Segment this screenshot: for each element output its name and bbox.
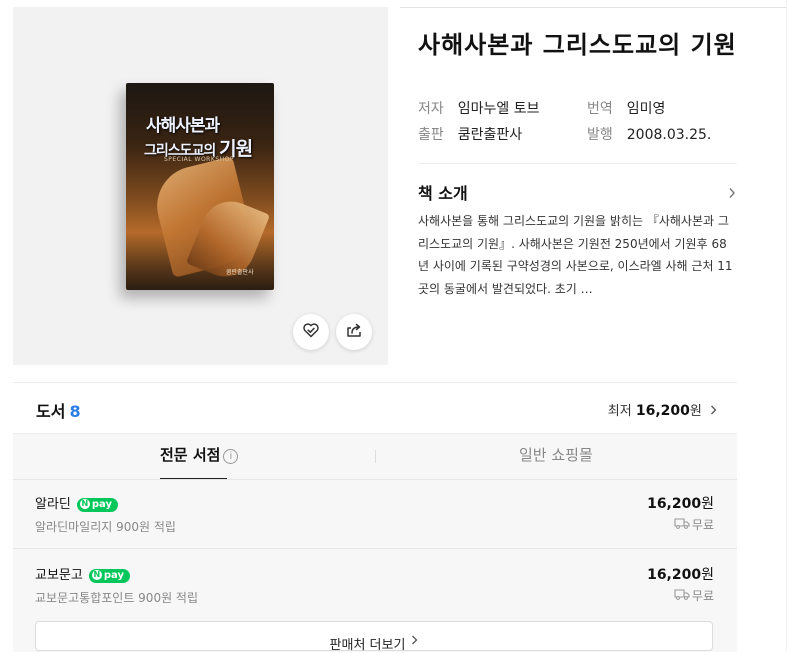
translator-meta: 번역 임미영 (587, 98, 665, 118)
seller-panel (13, 433, 737, 652)
author-meta: 저자 임마누엘 토브 (418, 98, 540, 118)
seller-point-info: 교보문고통합포인트 900원 적립 (35, 591, 199, 605)
top-divider (400, 7, 787, 8)
book-cover-panel: 사해사본과 그리스도교의 기원 SPECIAL WORKSHOP 쿰란출판사 (13, 7, 388, 365)
cover-subtitle: SPECIAL WORKSHOP (164, 156, 234, 163)
chevron-right-icon (411, 634, 418, 649)
divider (418, 163, 737, 164)
share-button[interactable] (336, 314, 372, 350)
chevron-right-icon (710, 404, 717, 419)
cover-title-line1: 사해사본과 (146, 116, 220, 136)
publisher-label: 출판 (418, 127, 444, 143)
share-icon (344, 320, 364, 344)
shipping-info: 무료 (674, 516, 714, 533)
publisher-meta: 출판 쿰란출판사 (418, 124, 522, 144)
npay-badge: Npay (88, 569, 130, 583)
seller-point-info: 알라딘마일리지 900원 적립 (35, 520, 176, 534)
lowest-price-link[interactable]: 최저 16,200원 (608, 400, 717, 419)
divider (13, 479, 737, 480)
lowest-price: 16,200 (635, 403, 690, 419)
seller-price[interactable]: 16,200원 (647, 564, 714, 584)
truck-icon (674, 517, 690, 532)
npay-badge: Npay (76, 498, 119, 512)
author-label: 저자 (418, 101, 444, 117)
publish-date: 2008.03.25. (626, 127, 712, 143)
translator-name[interactable]: 임미영 (627, 101, 666, 117)
tab-general-mall[interactable]: 일반 쇼핑몰 (519, 444, 593, 465)
section-count: 8 (69, 402, 81, 421)
divider (13, 382, 737, 383)
publisher-name[interactable]: 쿰란출판사 (458, 127, 522, 143)
tab-specialty-store[interactable]: 전문 서점 i (160, 444, 239, 465)
intro-heading[interactable]: 책 소개 (418, 180, 468, 204)
author-name[interactable]: 임마누엘 토브 (458, 101, 540, 117)
divider (13, 548, 737, 549)
translator-label: 번역 (587, 101, 613, 117)
shipping-info: 무료 (674, 587, 714, 604)
heart-check-icon (301, 320, 321, 344)
info-icon[interactable]: i (223, 449, 239, 464)
intro-text: 사해사본을 통해 그리스도교의 기원을 밝히는 『사해사본과 그리스도교의 기원… (418, 214, 733, 296)
date-label: 발행 (587, 127, 613, 143)
tab-divider (375, 450, 376, 463)
section-title: 도서 8 (36, 402, 81, 421)
book-cover-image[interactable]: 사해사본과 그리스도교의 기원 SPECIAL WORKSHOP 쿰란출판사 (126, 83, 274, 290)
seller-price[interactable]: 16,200원 (647, 493, 714, 513)
more-sellers-button[interactable]: 판매처 더보기 (35, 621, 713, 653)
cover-publisher-mark: 쿰란출판사 (226, 269, 254, 276)
book-title: 사해사본과 그리스도교의 기원 (418, 31, 737, 59)
seller-name[interactable]: 교보문고 Npay (35, 564, 130, 583)
date-meta: 발행 2008.03.25. (587, 124, 711, 144)
chevron-right-icon[interactable] (728, 184, 736, 203)
truck-icon (674, 588, 690, 603)
seller-name[interactable]: 알라딘 Npay (35, 493, 119, 512)
like-button[interactable] (293, 314, 329, 350)
